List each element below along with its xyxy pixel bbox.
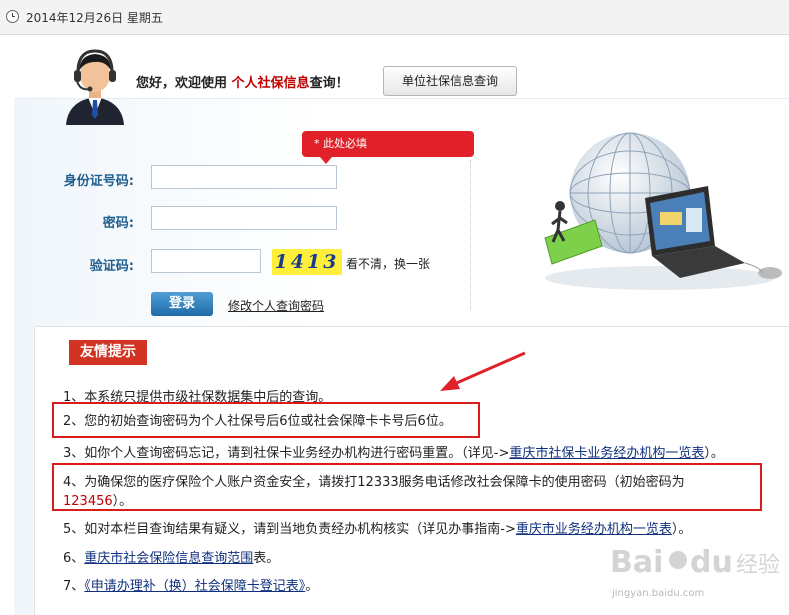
current-date: 2014年12月26日 星期五 bbox=[26, 11, 163, 25]
tip-item-7-end: 。 bbox=[305, 579, 319, 594]
tip-item-5-text: 5、如对本栏目查询结果有疑义，请到当地负责经办机构核实（详见办事指南-> bbox=[63, 522, 516, 537]
captcha-image[interactable]: 1413 bbox=[272, 249, 342, 275]
tip-item-3-end: ）。 bbox=[704, 446, 724, 461]
required-tooltip: * 此处必填 bbox=[302, 131, 474, 164]
divider bbox=[470, 160, 471, 310]
password-input[interactable] bbox=[151, 206, 337, 230]
clock-icon bbox=[6, 10, 19, 23]
modify-password-link[interactable]: 修改个人查询密码 bbox=[228, 297, 324, 314]
card-agency-list-link[interactable]: 重庆市社保卡业务经办机构一览表 bbox=[509, 446, 704, 461]
welcome-suffix: 查询！ bbox=[309, 76, 349, 91]
watermark-url: jingyan.baidu.com bbox=[612, 588, 705, 599]
login-button[interactable]: 登录 bbox=[151, 292, 213, 316]
svg-text:经验: 经验 bbox=[736, 553, 780, 578]
query-scope-link[interactable]: 重庆市社会保险信息查询范围 bbox=[84, 551, 253, 566]
captcha-input[interactable] bbox=[151, 249, 261, 273]
welcome-prefix: 您好，欢迎使用 bbox=[136, 76, 228, 91]
password-label: 密码: bbox=[102, 216, 134, 231]
top-bar: 2014年12月26日 星期五 bbox=[0, 0, 789, 35]
tip-item-6: 6、重庆市社会保险信息查询范围表。 bbox=[63, 547, 279, 566]
tips-title: 友情提示 bbox=[69, 340, 147, 365]
tip-item-5: 5、如对本栏目查询结果有疑义，请到当地负责经办机构核实（详见办事指南->重庆市业… bbox=[63, 518, 691, 537]
customer-service-avatar-icon bbox=[66, 49, 124, 125]
tip-item-5-end: ）。 bbox=[671, 522, 692, 537]
highlight-box-item-4 bbox=[52, 463, 762, 511]
tip-item-7-num: 7、 bbox=[63, 579, 85, 594]
tip-item-6-num: 6、 bbox=[63, 551, 85, 566]
tip-item-6-end: 表。 bbox=[253, 551, 280, 566]
unit-query-button[interactable]: 单位社保信息查询 bbox=[383, 66, 517, 96]
tip-item-3-text: 3、如你个人查询密码忘记，请到社保卡业务经办机构进行密码重置。（详见-> bbox=[63, 446, 510, 461]
tip-item-7: 7、《申请办理补（换）社会保障卡登记表》。 bbox=[63, 575, 318, 594]
highlight-box-item-2 bbox=[52, 402, 480, 438]
welcome-highlight: 个人社保信息 bbox=[231, 76, 310, 91]
svg-text:Bai: Bai bbox=[610, 545, 663, 580]
id-number-label: 身份证号码: bbox=[63, 174, 134, 189]
id-number-input[interactable] bbox=[151, 165, 337, 189]
red-arrow-annotation bbox=[440, 351, 526, 391]
business-agency-list-link[interactable]: 重庆市业务经办机构一览表 bbox=[516, 522, 672, 537]
globe-laptop-illustration bbox=[544, 132, 782, 290]
refresh-captcha-link[interactable]: 看不清，换一张 bbox=[346, 255, 430, 272]
captcha-label: 验证码: bbox=[89, 259, 134, 274]
tip-item-3: 3、如你个人查询密码忘记，请到社保卡业务经办机构进行密码重置。（详见->重庆市社… bbox=[63, 442, 724, 461]
welcome-message: 您好，欢迎使用 个人社保信息查询！ bbox=[136, 72, 349, 91]
card-application-form-link[interactable]: 《申请办理补（换）社会保障卡登记表》 bbox=[84, 579, 305, 594]
svg-text:du: du bbox=[690, 545, 733, 580]
